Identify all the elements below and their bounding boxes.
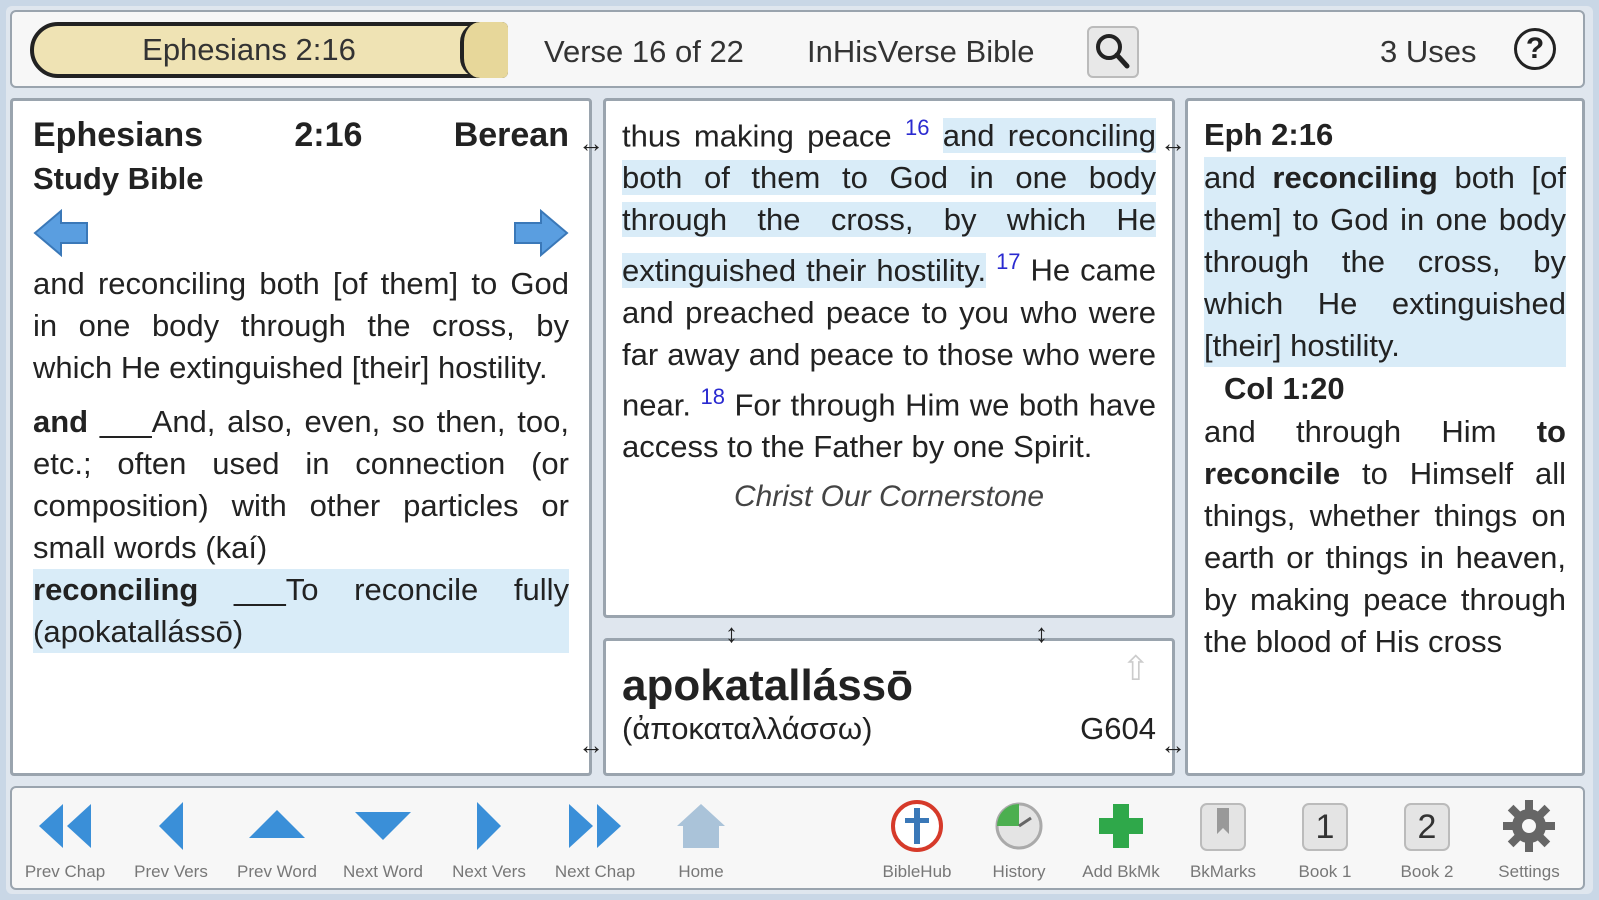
panel-title: Ephesians 2:16 Berean [33,113,569,157]
word-term: and [33,404,89,439]
book2-icon: 2 [1404,803,1450,851]
strongs-number[interactable]: G604 [1080,711,1156,747]
cross-reference-panel[interactable]: Eph 2:16 and reconciling both [of them] … [1185,98,1585,776]
resize-handle-icon[interactable]: ↔ [578,730,604,761]
cross-ref-title[interactable]: Eph 2:16 [1204,113,1566,157]
home-icon [677,804,725,848]
chapter-text-panel[interactable]: thus making peace 16 and reconciling bot… [603,98,1175,618]
bookmark-icon [1200,803,1246,851]
reference-scroll-button[interactable]: Ephesians 2:16 [30,22,508,78]
home-button[interactable]: Home [648,792,754,886]
help-button[interactable]: ? [1514,28,1556,70]
add-bookmark-button[interactable]: Add BkMk [1068,792,1174,886]
prev-word-button[interactable]: Prev Word [224,792,330,886]
word-lookup-panel[interactable]: ⇧ apokatallássō (ἀποκαταλλάσσω) G604 [603,638,1175,776]
version-subtitle: Study Bible [33,161,204,196]
verse-number: 17 [996,249,1021,275]
cross-icon [891,800,943,852]
vertical-resize-icon[interactable]: ↕ [1035,618,1048,649]
book2-button[interactable]: 2 Book 2 [1374,792,1480,886]
verse-detail-panel[interactable]: Ephesians 2:16 Berean Study Bible and re… [10,98,592,776]
word-term: reconciling [33,572,199,607]
cross-ref-text: and reconciling both [of them] to God in… [1204,157,1566,367]
settings-button[interactable]: Settings [1476,792,1582,886]
version-name: Berean [453,116,569,154]
verse-number: 16 [904,115,930,140]
arrow-right-icon[interactable] [513,209,569,257]
biblehub-button[interactable]: BibleHub [864,792,970,886]
chapter-verse: 2:16 [294,116,363,154]
up-arrow-icon[interactable]: ⇧ [1122,649,1151,689]
greek-word: (ἀποκαταλλάσσω) [622,711,873,746]
prev-chap-button[interactable]: Prev Chap [12,792,118,886]
search-icon [1096,34,1130,69]
bookmarks-button[interactable]: BkMarks [1170,792,1276,886]
next-vers-button[interactable]: Next Vers [436,792,542,886]
reference-label: Ephesians 2:16 [142,32,356,67]
verse-nav-arrows [33,201,569,263]
down-icon [355,812,411,840]
book1-button[interactable]: 1 Book 1 [1272,792,1378,886]
resize-handle-icon[interactable]: ↔ [1160,730,1186,761]
next-word-button[interactable]: Next Word [330,792,436,886]
resize-handle-icon[interactable]: ↔ [1160,128,1186,159]
next-chap-button[interactable]: Next Chap [542,792,648,886]
double-right-icon [569,804,621,848]
word-entry[interactable]: and ___And, also, even, so then, too, et… [33,401,569,569]
svg-text:2: 2 [1418,808,1437,846]
scroll-cap-icon [460,22,508,78]
left-icon [159,802,183,850]
word-entry-selected[interactable]: reconciling ___To reconcile fully (apoka… [33,569,569,653]
word-details: (ἀποκαταλλάσσω) G604 [622,711,1156,747]
cross-ref-text: and through Him to reconcile to Himself … [1204,414,1566,659]
book1-icon: 1 [1302,803,1348,851]
arrow-left-icon[interactable] [33,209,89,257]
top-bar: Ephesians 2:16 Verse 16 of 22 InHisVerse… [10,10,1585,88]
plus-icon [1099,804,1143,848]
bottom-toolbar: Prev Chap Prev Vers Prev Word Next Word … [10,786,1585,890]
lexical-word: apokatallássō [622,661,914,710]
verse-position: Verse 16 of 22 [544,34,744,69]
verse-text: and reconciling both [of them] to God in… [33,266,569,385]
gear-icon [1503,800,1555,852]
chapter-text: thus making peace 16 and reconciling bot… [622,115,1156,464]
svg-text:1: 1 [1316,808,1335,846]
vertical-resize-icon[interactable]: ↕ [725,618,738,649]
bible-name: InHisVerse Bible [807,34,1035,69]
right-icon [477,802,501,850]
resize-handle-icon[interactable]: ↔ [578,128,604,159]
uses-count: 3 Uses [1380,34,1477,69]
section-heading: Christ Our Cornerstone [733,479,1045,513]
book-name: Ephesians [33,116,204,154]
up-icon [249,810,305,838]
history-icon [995,802,1043,850]
history-button[interactable]: History [966,792,1072,886]
verse-number: 18 [700,383,725,409]
prev-vers-button[interactable]: Prev Vers [118,792,224,886]
cross-ref-title[interactable]: Col 1:20 [1204,367,1566,411]
search-button[interactable] [1087,26,1139,78]
double-left-icon [39,804,91,848]
